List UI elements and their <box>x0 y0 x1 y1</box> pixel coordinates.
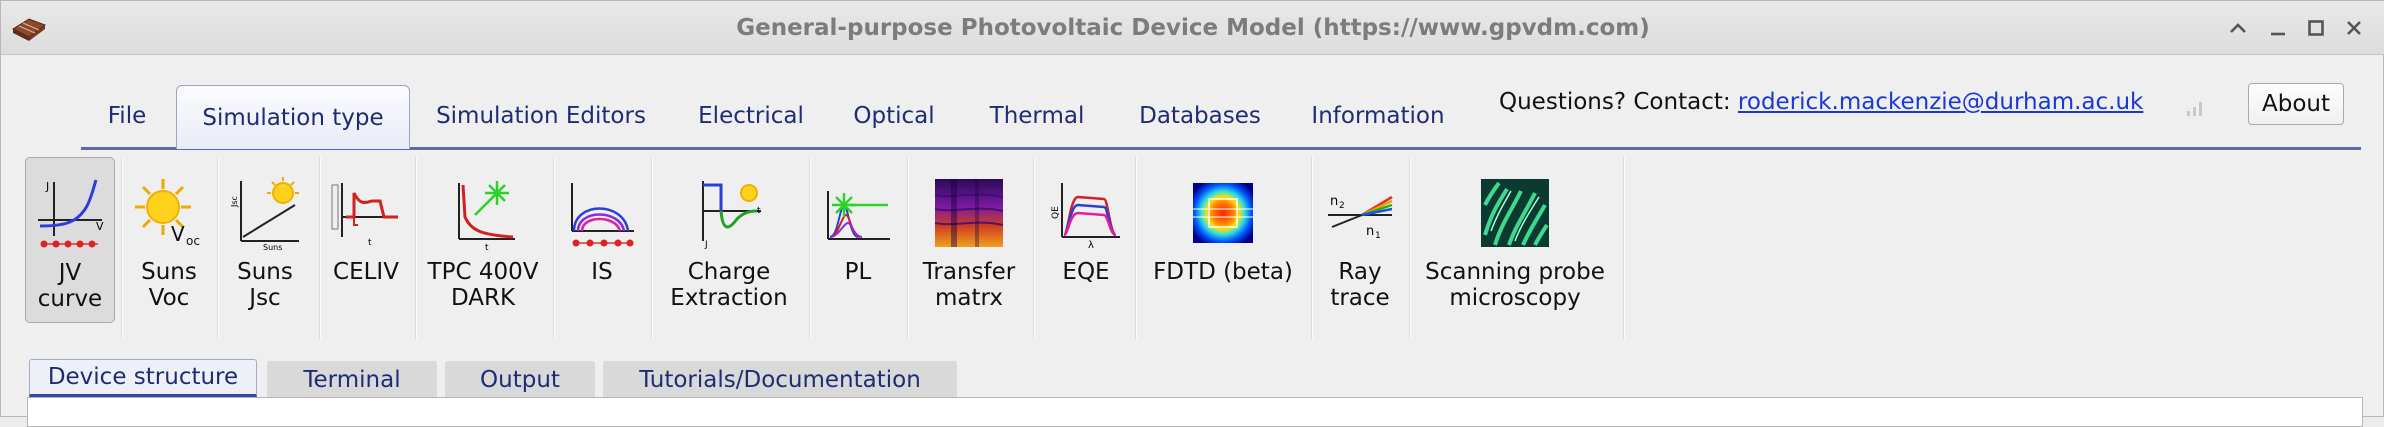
jv-curve-button[interactable]: J V JV curve <box>25 157 115 323</box>
eqe-label: EQE <box>1062 259 1110 285</box>
voc-text: V <box>171 222 185 246</box>
toolbar-separator <box>1311 157 1313 339</box>
tab-underline <box>81 147 2361 150</box>
eqe-lambda-text: λ <box>1088 240 1094 251</box>
contact-text: Questions? Contact: roderick.mackenzie@d… <box>1499 89 2143 115</box>
charge-extraction-icon: t J <box>702 181 761 250</box>
maximize-icon[interactable] <box>2301 13 2331 43</box>
tab-optical[interactable]: Optical <box>841 85 947 147</box>
toolbar-separator <box>553 157 555 339</box>
impedance-icon <box>571 183 634 247</box>
main-window: General-purpose Photovoltaic Device Mode… <box>0 0 2384 427</box>
jv-v-label: V <box>96 220 104 233</box>
tab-output[interactable]: Output <box>445 361 595 399</box>
toolbar-separator <box>1033 157 1035 339</box>
simulation-type-toolbar: J V JV curve V oc Suns Voc Jsc Suns Suns… <box>1 153 2384 347</box>
close-icon[interactable] <box>2339 13 2369 43</box>
tab-thermal[interactable]: Thermal <box>977 85 1097 147</box>
chevron-up-icon[interactable] <box>2223 13 2253 43</box>
is-button[interactable]: IS <box>557 157 647 323</box>
celiv-icon: t <box>331 183 398 248</box>
suns-voc-label: Suns Voc <box>141 259 197 311</box>
charge-extraction-label: Charge Extraction <box>670 259 788 311</box>
scanning-probe-button[interactable]: Scanning probe microscopy <box>1413 157 1617 323</box>
suns-jsc-button[interactable]: Jsc Suns Suns Jsc <box>221 157 309 323</box>
tpc-label: TPC 400V DARK <box>427 259 539 311</box>
fdtd-button[interactable]: FDTD (beta) <box>1139 157 1307 323</box>
tab-electrical[interactable]: Electrical <box>681 85 821 147</box>
toolbar-separator <box>809 157 811 339</box>
n2-sub-text: 2 <box>1339 201 1345 211</box>
toolbar-separator <box>907 157 909 339</box>
signal-icon <box>2187 102 2202 116</box>
eqe-axis-text: QE <box>1051 206 1061 219</box>
suns-jsc-icon: Jsc Suns <box>230 177 299 251</box>
pl-label: PL <box>844 259 872 285</box>
celiv-label: CELIV <box>333 259 399 285</box>
is-label: IS <box>591 259 613 285</box>
tpc-icon: t <box>458 181 515 251</box>
contact-email-link[interactable]: roderick.mackenzie@durham.ac.uk <box>1738 89 2143 115</box>
ray-trace-button[interactable]: n 2 n 1 Ray trace <box>1315 157 1405 323</box>
tab-simulation-type[interactable]: Simulation type <box>176 85 410 149</box>
ray-trace-label: Ray trace <box>1330 259 1390 311</box>
jv-curve-icon: J V <box>38 179 104 248</box>
tab-databases[interactable]: Databases <box>1127 85 1273 147</box>
about-button[interactable]: About <box>2248 83 2344 125</box>
transfer-matrix-label: Transfer matrx <box>922 259 1016 311</box>
tab-terminal[interactable]: Terminal <box>267 361 437 399</box>
suns-axis-text: Suns <box>263 243 282 251</box>
fdtd-icon <box>1193 183 1253 243</box>
celiv-button[interactable]: t CELIV <box>323 157 409 323</box>
celiv-t-label: t <box>368 238 372 248</box>
jv-curve-label: JV curve <box>37 260 103 312</box>
tpc-t-label: t <box>485 243 489 251</box>
toolbar-separator <box>651 157 653 339</box>
suns-jsc-label: Suns Jsc <box>237 259 293 311</box>
device-structure-panel <box>27 397 2363 427</box>
minimize-icon[interactable] <box>2263 13 2293 43</box>
contact-prefix: Questions? Contact: <box>1499 89 1738 115</box>
n1-sub-text: 1 <box>1375 231 1381 241</box>
suns-voc-icon: V oc <box>135 179 200 248</box>
jsc-axis-text: Jsc <box>230 196 239 208</box>
toolbar-separator <box>121 157 123 339</box>
suns-voc-button[interactable]: V oc Suns Voc <box>125 157 213 323</box>
ce-t-label: t <box>757 206 761 216</box>
toolbar-separator <box>1623 157 1625 339</box>
jv-j-label: J <box>45 180 49 193</box>
n1-text: n <box>1366 224 1374 239</box>
toolbar-separator <box>1409 157 1411 339</box>
ray-trace-icon: n 2 n 1 <box>1328 194 1393 241</box>
toolbar-separator <box>217 157 219 339</box>
fdtd-label: FDTD (beta) <box>1153 259 1293 285</box>
transfer-matrix-button[interactable]: Transfer matrx <box>911 157 1027 323</box>
transfer-matrix-icon <box>934 179 1004 247</box>
tpc-button[interactable]: t TPC 400V DARK <box>419 157 547 323</box>
toolbar-separator <box>415 157 417 339</box>
document-tab-bar: Device structure Terminal Output Tutoria… <box>1 347 2384 427</box>
pl-button[interactable]: PL <box>813 157 903 323</box>
eqe-button[interactable]: QE λ EQE <box>1037 157 1135 323</box>
toolbar-separator <box>319 157 321 339</box>
ce-j-label: J <box>704 240 708 250</box>
tab-file[interactable]: File <box>81 85 173 147</box>
ribbon-tab-bar: File Simulation type Simulation Editors … <box>1 55 2384 150</box>
voc-sub-text: oc <box>186 234 200 248</box>
toolbar-separator <box>1135 157 1137 339</box>
tab-simulation-editors[interactable]: Simulation Editors <box>421 85 661 147</box>
pl-icon <box>827 191 890 240</box>
window-title: General-purpose Photovoltaic Device Mode… <box>736 15 1650 41</box>
charge-extraction-button[interactable]: t J Charge Extraction <box>655 157 803 323</box>
title-bar[interactable]: General-purpose Photovoltaic Device Mode… <box>1 1 2384 55</box>
tab-information[interactable]: Information <box>1303 85 1453 147</box>
tab-tutorials-documentation[interactable]: Tutorials/Documentation <box>603 361 957 399</box>
n2-text: n <box>1330 194 1338 209</box>
scanning-probe-label: Scanning probe microscopy <box>1425 259 1605 311</box>
eqe-icon: QE λ <box>1051 183 1120 251</box>
spm-icon <box>1481 179 1549 247</box>
tab-device-structure[interactable]: Device structure <box>29 359 257 397</box>
